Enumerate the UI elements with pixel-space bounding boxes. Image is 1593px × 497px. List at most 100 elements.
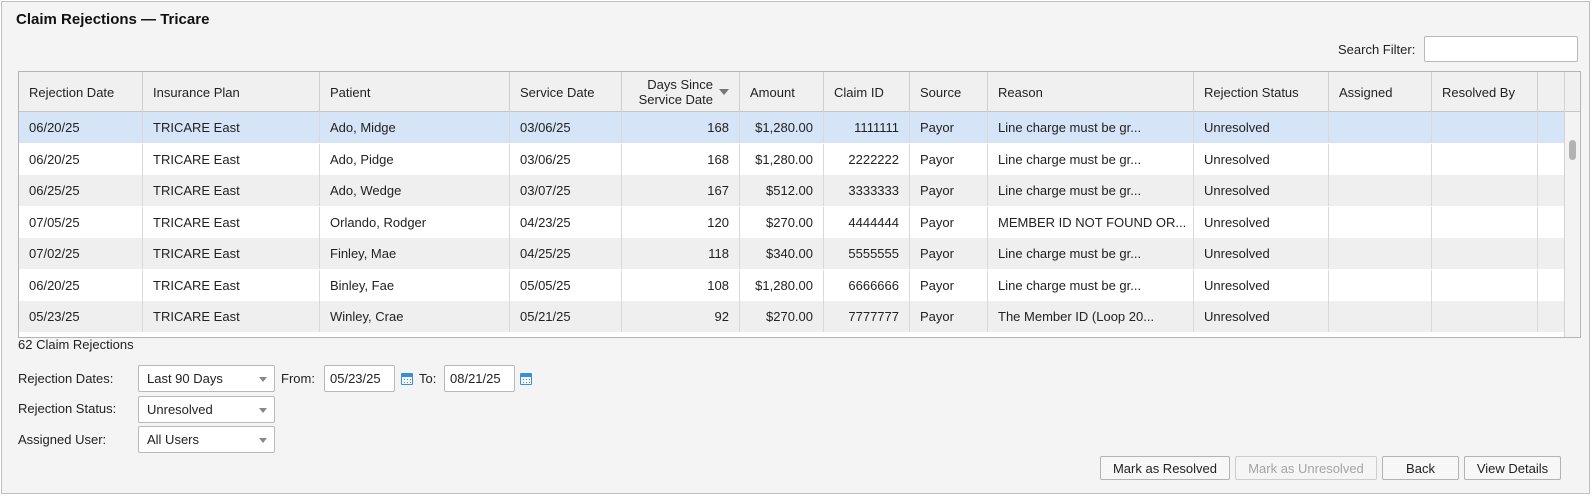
- rejection-dates-select[interactable]: Last 90 Days: [138, 365, 275, 392]
- rejection-status-value: Unresolved: [147, 402, 213, 417]
- table-row[interactable]: 06/20/25 TRICARE East Ado, Pidge 03/06/25 16…: [19, 143, 1564, 175]
- calendar-icon[interactable]: [401, 373, 413, 385]
- back-button[interactable]: Back: [1382, 456, 1459, 480]
- cell-source: Payor: [910, 269, 988, 301]
- cell-rejection-status: Unresolved: [1194, 206, 1329, 238]
- cell-spacer: [1538, 112, 1564, 143]
- header-patient[interactable]: Patient: [320, 72, 510, 112]
- cell-rejection-date: 07/05/25: [19, 206, 143, 238]
- cell-resolved-by: [1432, 269, 1538, 301]
- cell-rejection-date: 06/20/25: [19, 269, 143, 301]
- cell-claim-id: 5555555: [824, 238, 910, 269]
- cell-patient: Ado, Pidge: [320, 143, 510, 175]
- sort-descending-icon: [719, 89, 729, 95]
- table-row[interactable]: 05/23/25 TRICARE East Winley, Crae 05/21/25…: [19, 301, 1564, 332]
- claim-rejections-window: Claim Rejections — Tricare Search Filter…: [1, 1, 1590, 494]
- rejection-count: 62 Claim Rejections: [18, 337, 134, 352]
- cell-amount: $270.00: [740, 301, 824, 332]
- header-label: Claim ID: [834, 84, 884, 100]
- assigned-user-value: All Users: [147, 432, 200, 447]
- view-details-button[interactable]: View Details: [1464, 456, 1561, 480]
- cell-spacer: [1538, 207, 1564, 238]
- header-label: Rejection Date: [29, 84, 115, 100]
- cell-insurance-plan: TRICARE East: [143, 238, 320, 269]
- cell-assigned: [1329, 301, 1432, 332]
- header-source[interactable]: Source: [910, 72, 988, 112]
- cell-rejection-date: 06/25/25: [19, 175, 143, 206]
- header-claim-id[interactable]: Claim ID: [824, 72, 910, 112]
- header-amount[interactable]: Amount: [740, 72, 824, 112]
- cell-patient: Ado, Midge: [320, 112, 510, 143]
- cell-amount: $340.00: [740, 238, 824, 269]
- rejection-status-select[interactable]: Unresolved: [138, 396, 275, 423]
- header-reason[interactable]: Reason: [988, 72, 1194, 112]
- cell-rejection-date: 07/02/25: [19, 238, 143, 269]
- cell-source: Payor: [910, 175, 988, 206]
- cell-patient: Binley, Fae: [320, 269, 510, 301]
- cell-days-since-service-date: 168: [622, 143, 740, 175]
- cell-claim-id: 4444444: [824, 206, 910, 238]
- to-date-input[interactable]: [444, 365, 515, 392]
- cell-amount: $1,280.00: [740, 143, 824, 175]
- mark-as-unresolved-button[interactable]: Mark as Unresolved: [1235, 456, 1377, 480]
- cell-claim-id: 6666666: [824, 269, 910, 301]
- cell-source: Payor: [910, 238, 988, 269]
- cell-spacer: [1538, 175, 1564, 206]
- cell-service-date: 05/05/25: [510, 269, 622, 301]
- cell-amount: $1,280.00: [740, 269, 824, 301]
- cell-days-since-service-date: 167: [622, 175, 740, 206]
- cell-reason: Line charge must be gr...: [988, 143, 1194, 175]
- cell-insurance-plan: TRICARE East: [143, 301, 320, 332]
- rejection-status-label: Rejection Status:: [18, 401, 117, 416]
- from-label: From:: [281, 371, 315, 386]
- cell-patient: Finley, Mae: [320, 238, 510, 269]
- cell-reason: Line charge must be gr...: [988, 269, 1194, 301]
- cell-insurance-plan: TRICARE East: [143, 112, 320, 143]
- cell-patient: Winley, Crae: [320, 301, 510, 332]
- cell-reason: The Member ID (Loop 20...: [988, 301, 1194, 332]
- cell-amount: $1,280.00: [740, 112, 824, 143]
- scrollbar-thumb[interactable]: [1569, 140, 1576, 160]
- cell-spacer: [1538, 238, 1564, 269]
- header-insurance-plan[interactable]: Insurance Plan: [143, 72, 320, 112]
- assigned-user-select[interactable]: All Users: [138, 426, 275, 453]
- from-date-input[interactable]: [324, 365, 395, 392]
- table-row[interactable]: 06/25/25 TRICARE East Ado, Wedge 03/07/25 16…: [19, 175, 1564, 206]
- cell-days-since-service-date: 108: [622, 269, 740, 301]
- cell-assigned: [1329, 175, 1432, 206]
- cell-source: Payor: [910, 143, 988, 175]
- cell-resolved-by: [1432, 301, 1538, 332]
- cell-assigned: [1329, 112, 1432, 143]
- rejection-dates-label: Rejection Dates:: [18, 371, 114, 386]
- cell-insurance-plan: TRICARE East: [143, 175, 320, 206]
- calendar-icon[interactable]: [520, 373, 532, 385]
- cell-resolved-by: [1432, 112, 1538, 143]
- search-filter-input[interactable]: [1424, 36, 1578, 62]
- cell-rejection-date: 05/23/25: [19, 301, 143, 332]
- header-spacer: [1538, 72, 1564, 112]
- table-row[interactable]: 07/02/25 TRICARE East Finley, Mae 04/25/25 1…: [19, 238, 1564, 269]
- cell-service-date: 04/25/25: [510, 238, 622, 269]
- rejection-dates-value: Last 90 Days: [147, 371, 223, 386]
- cell-resolved-by: [1432, 238, 1538, 269]
- header-assigned[interactable]: Assigned: [1329, 72, 1432, 112]
- table-row[interactable]: 06/20/25 TRICARE East Binley, Fae 05/05/25 1…: [19, 269, 1564, 301]
- cell-days-since-service-date: 118: [622, 238, 740, 269]
- header-label: Patient: [330, 84, 371, 100]
- cell-amount: $270.00: [740, 206, 824, 238]
- table-row[interactable]: 07/05/25 TRICARE East Orlando, Rodger 04/23…: [19, 206, 1564, 238]
- header-rejection-date[interactable]: Rejection Date: [19, 72, 143, 112]
- cell-insurance-plan: TRICARE East: [143, 269, 320, 301]
- cell-insurance-plan: TRICARE East: [143, 206, 320, 238]
- header-resolved-by[interactable]: Resolved By: [1432, 72, 1538, 112]
- table-row[interactable]: 06/20/25 TRICARE East Ado, Midge 03/06/25 16…: [19, 112, 1564, 143]
- mark-as-resolved-button[interactable]: Mark as Resolved: [1100, 456, 1230, 480]
- table-header: Rejection Date Insurance Plan Patient Se…: [19, 72, 1564, 112]
- header-days-since-service-date[interactable]: Days Since Service Date: [622, 72, 740, 112]
- header-rejection-status[interactable]: Rejection Status: [1194, 72, 1329, 112]
- cell-claim-id: 3333333: [824, 175, 910, 206]
- cell-reason: Line charge must be gr...: [988, 238, 1194, 269]
- header-service-date[interactable]: Service Date: [510, 72, 622, 112]
- vertical-scrollbar[interactable]: [1564, 72, 1580, 337]
- assigned-user-label: Assigned User:: [18, 432, 107, 447]
